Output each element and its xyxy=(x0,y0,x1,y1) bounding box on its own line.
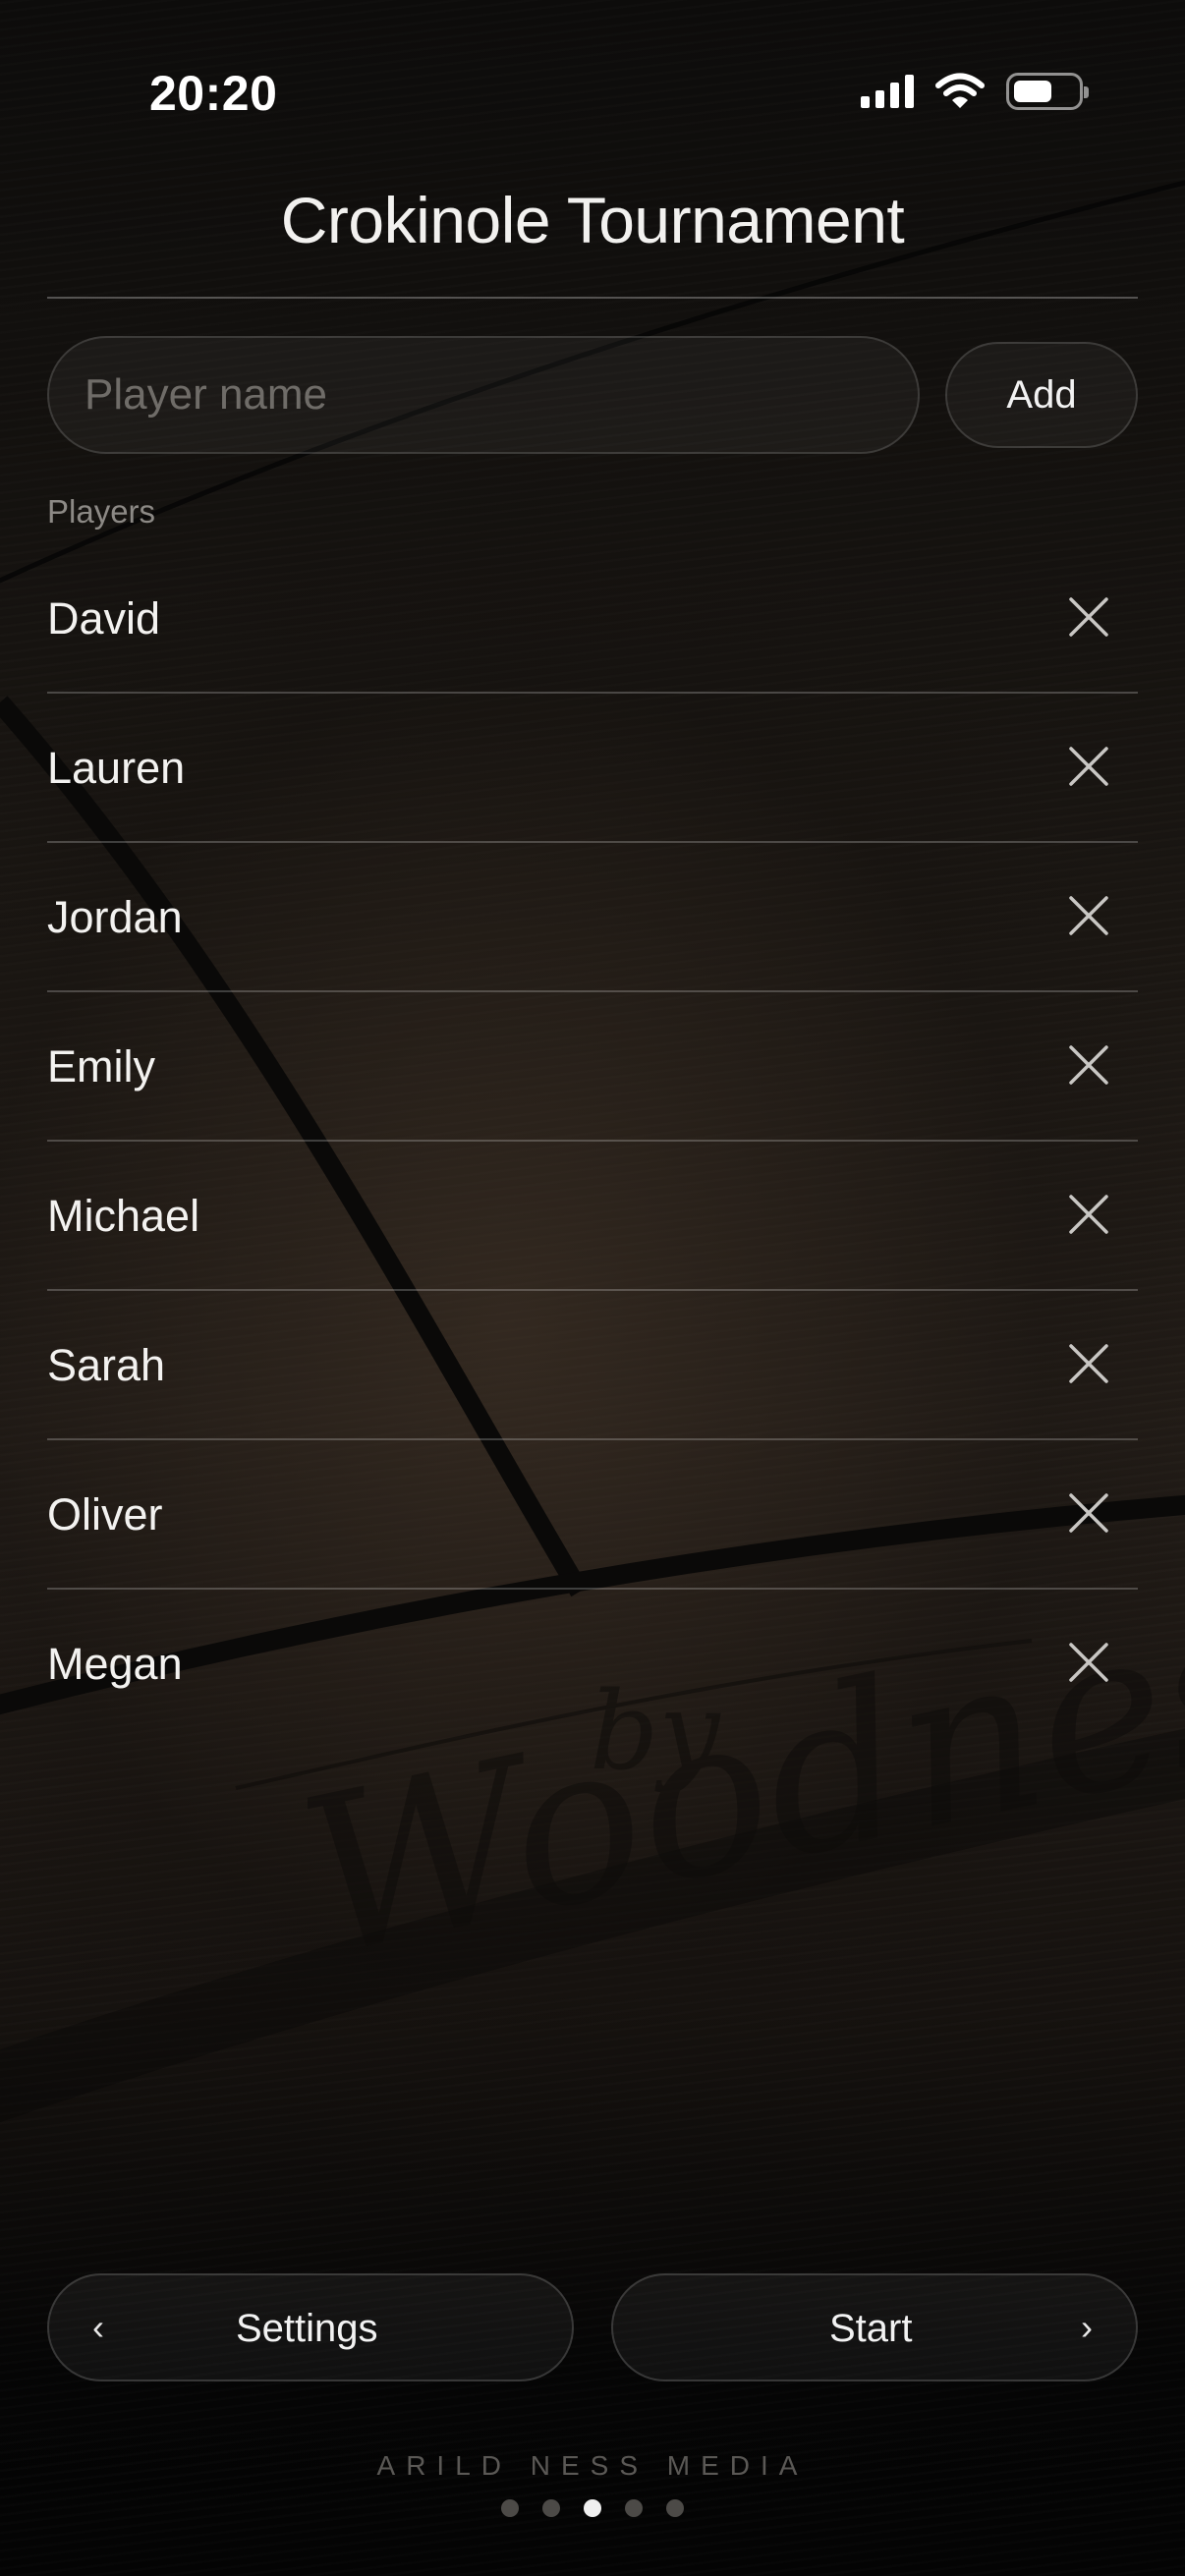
player-name: David xyxy=(47,593,161,644)
page-dot-active[interactable] xyxy=(584,2499,601,2517)
player-row: Megan xyxy=(47,1590,1138,1739)
page-dot[interactable] xyxy=(666,2499,684,2517)
player-name: Megan xyxy=(47,1639,183,1689)
player-row: Jordan xyxy=(47,843,1138,992)
close-icon xyxy=(1069,597,1108,637)
player-name-input[interactable] xyxy=(47,336,920,454)
settings-button-label: Settings xyxy=(236,2307,378,2350)
remove-player-button[interactable] xyxy=(1061,888,1116,943)
player-row: Oliver xyxy=(47,1440,1138,1590)
player-row: David xyxy=(47,544,1138,694)
remove-player-button[interactable] xyxy=(1061,1037,1116,1092)
player-name: Lauren xyxy=(47,743,186,793)
chevron-left-icon: ‹ xyxy=(92,2307,104,2347)
player-name: Michael xyxy=(47,1191,200,1241)
page-indicator xyxy=(0,2499,1185,2517)
page-title: Crokinole Tournament xyxy=(280,184,905,256)
chevron-right-icon: › xyxy=(1081,2307,1093,2347)
page-dot[interactable] xyxy=(625,2499,643,2517)
players-list: David Lauren Jordan Emily Michael Sarah … xyxy=(47,544,1138,1739)
player-name: Emily xyxy=(47,1041,155,1092)
page-dot[interactable] xyxy=(501,2499,519,2517)
remove-player-button[interactable] xyxy=(1061,1336,1116,1391)
player-name: Jordan xyxy=(47,892,183,942)
close-icon xyxy=(1069,896,1108,935)
player-row: Lauren xyxy=(47,694,1138,843)
footer-brand: ARILD NESS MEDIA xyxy=(376,2450,809,2481)
close-icon xyxy=(1069,1344,1108,1383)
remove-player-button[interactable] xyxy=(1061,589,1116,644)
player-name: Sarah xyxy=(47,1340,166,1390)
add-player-button[interactable]: Add xyxy=(945,342,1138,448)
battery-icon xyxy=(1006,73,1089,110)
wifi-icon xyxy=(935,73,985,108)
remove-player-button[interactable] xyxy=(1061,1635,1116,1690)
status-icons xyxy=(861,73,1089,110)
remove-player-button[interactable] xyxy=(1061,739,1116,794)
page-dot[interactable] xyxy=(542,2499,560,2517)
player-name: Oliver xyxy=(47,1489,163,1540)
close-icon xyxy=(1069,747,1108,786)
start-button[interactable]: Start › xyxy=(611,2273,1138,2381)
start-button-label: Start xyxy=(829,2307,913,2350)
title-divider xyxy=(47,297,1138,299)
remove-player-button[interactable] xyxy=(1061,1187,1116,1242)
settings-button[interactable]: ‹ Settings xyxy=(47,2273,574,2381)
close-icon xyxy=(1069,1643,1108,1682)
player-row: Michael xyxy=(47,1142,1138,1291)
player-row: Emily xyxy=(47,992,1138,1142)
close-icon xyxy=(1069,1195,1108,1234)
close-icon xyxy=(1069,1493,1108,1533)
close-icon xyxy=(1069,1045,1108,1085)
cellular-signal-icon xyxy=(861,75,914,108)
players-section-label: Players xyxy=(47,493,156,530)
status-time: 20:20 xyxy=(149,66,278,121)
remove-player-button[interactable] xyxy=(1061,1485,1116,1540)
player-row: Sarah xyxy=(47,1291,1138,1440)
screen: by Woodness 20:20 Crokinole Tournament A… xyxy=(0,0,1185,2576)
